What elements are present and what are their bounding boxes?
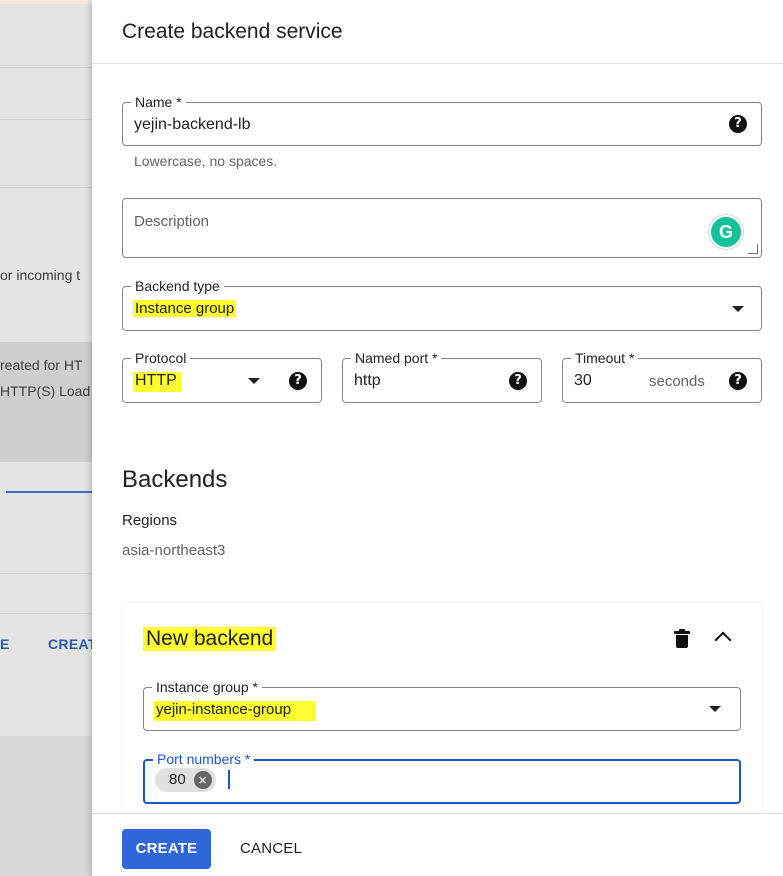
text-cursor: [228, 770, 230, 789]
dropdown-icon[interactable]: [248, 378, 260, 384]
timeout-label: Timeout *: [571, 350, 639, 366]
description-field[interactable]: Description: [122, 198, 762, 258]
help-icon[interactable]: ?: [729, 372, 747, 390]
protocol-select[interactable]: Protocol HTTP ?: [122, 350, 322, 403]
create-backend-panel: Create backend service Name * yejin-back…: [92, 0, 783, 876]
timeout-field[interactable]: Timeout * 30 seconds ?: [562, 350, 762, 403]
grammarly-icon[interactable]: [709, 215, 743, 249]
timeout-unit: seconds: [649, 373, 705, 390]
backend-type-select[interactable]: Backend type Instance group: [122, 278, 762, 331]
regions-label: Regions: [122, 512, 178, 529]
background-text: or incoming t: [0, 267, 81, 283]
background-row: [0, 0, 92, 68]
backend-type-label: Backend type: [131, 278, 224, 294]
named-port-label: Named port *: [351, 350, 442, 366]
background-page: or incoming t reated for HT HTTP(S) Load…: [0, 0, 92, 876]
name-value[interactable]: yejin-backend-lb: [134, 116, 251, 134]
port-chip: 80 ×: [155, 768, 216, 792]
help-icon[interactable]: ?: [289, 372, 307, 390]
description-placeholder: Description: [134, 213, 210, 230]
regions-value: asia-northeast3: [122, 542, 226, 559]
background-row: [0, 500, 92, 574]
new-backend-title: New backend: [143, 627, 277, 651]
named-port-value[interactable]: http: [354, 372, 381, 390]
dropdown-icon[interactable]: [709, 706, 721, 712]
protocol-value: HTTP: [133, 372, 181, 392]
background-text: reated for HT: [0, 357, 83, 373]
panel-footer: CREATE CANCEL: [92, 813, 783, 876]
background-create-link[interactable]: CREAT: [48, 636, 92, 652]
background-row: [0, 120, 92, 188]
protocol-label: Protocol: [131, 350, 191, 366]
port-chip-value: 80: [169, 771, 186, 788]
resize-handle-icon[interactable]: [748, 244, 758, 254]
background-link[interactable]: E: [0, 636, 10, 652]
trash-icon[interactable]: [674, 629, 690, 648]
background-lower-area: [0, 736, 92, 876]
panel-title: Create backend service: [122, 20, 343, 43]
backends-heading: Backends: [122, 466, 228, 493]
help-icon[interactable]: ?: [509, 372, 527, 390]
cancel-button[interactable]: CANCEL: [230, 829, 312, 869]
background-tab-indicator: [6, 491, 92, 493]
port-numbers-label: Port numbers *: [153, 751, 255, 767]
instance-group-select[interactable]: Instance group * yejin-instance-group: [143, 679, 741, 731]
instance-group-value: yejin-instance-group: [154, 701, 316, 721]
chevron-up-icon[interactable]: [714, 631, 732, 649]
help-icon[interactable]: ?: [729, 115, 747, 133]
name-label: Name *: [131, 94, 186, 110]
close-circle-icon[interactable]: ×: [193, 771, 212, 789]
name-hint: Lowercase, no spaces.: [134, 153, 278, 169]
named-port-field[interactable]: Named port * http ?: [342, 350, 542, 403]
new-backend-card: New backend Instance group * yejin-insta…: [122, 603, 762, 813]
background-row: [0, 574, 92, 614]
timeout-value[interactable]: 30: [574, 372, 592, 390]
panel-divider: [92, 63, 783, 64]
instance-group-label: Instance group *: [152, 679, 262, 695]
backend-type-value: Instance group: [133, 300, 237, 317]
background-text: HTTP(S) Load: [0, 383, 91, 399]
name-field[interactable]: Name * yejin-backend-lb ?: [122, 94, 762, 146]
background-row: [0, 68, 92, 120]
port-numbers-field[interactable]: Port numbers * 80 ×: [143, 751, 741, 804]
dropdown-icon[interactable]: [732, 306, 744, 312]
create-button[interactable]: CREATE: [122, 829, 211, 869]
